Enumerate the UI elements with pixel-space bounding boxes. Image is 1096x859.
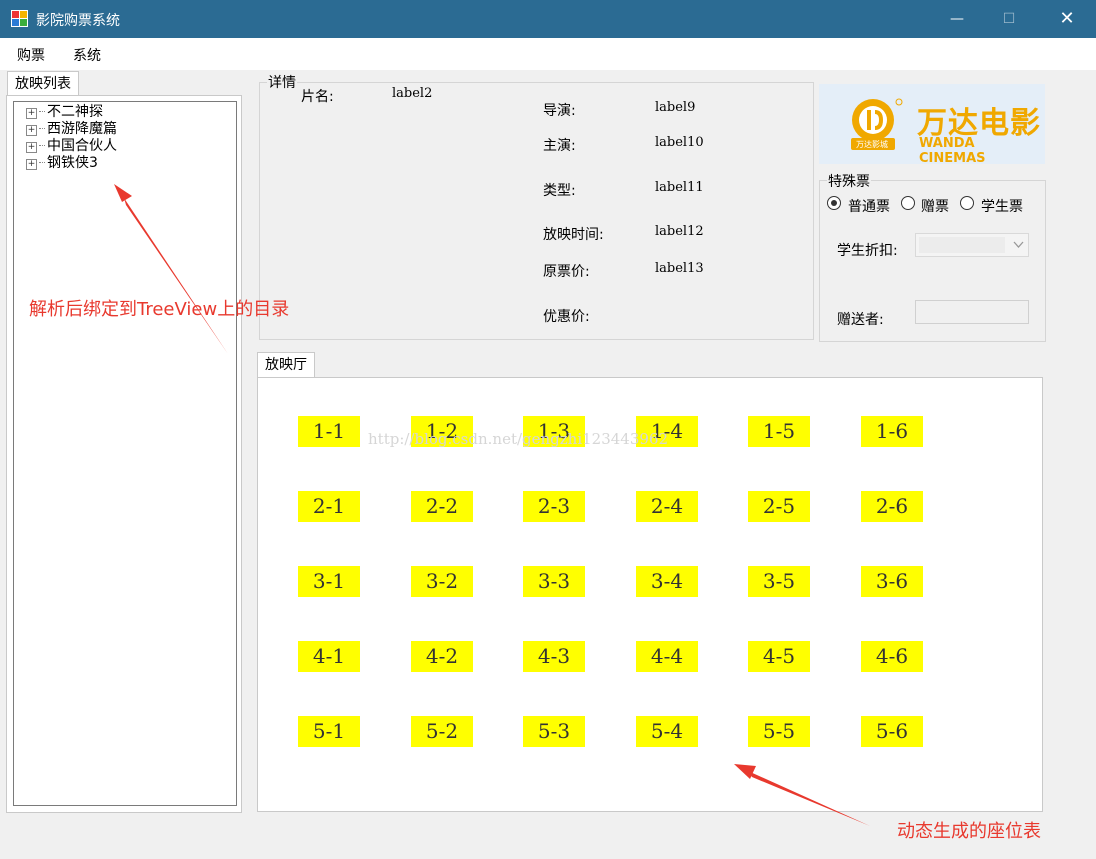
arrow-to-seats	[748, 771, 870, 826]
annotation-arrows	[114, 184, 870, 826]
arrow-to-tree	[124, 198, 228, 354]
arrow-to-tree-head	[114, 184, 132, 202]
annotation-seat-note: 动态生成的座位表	[897, 821, 1041, 842]
annotation-tree-note: 解析后绑定到TreeView上的目录	[29, 299, 290, 320]
